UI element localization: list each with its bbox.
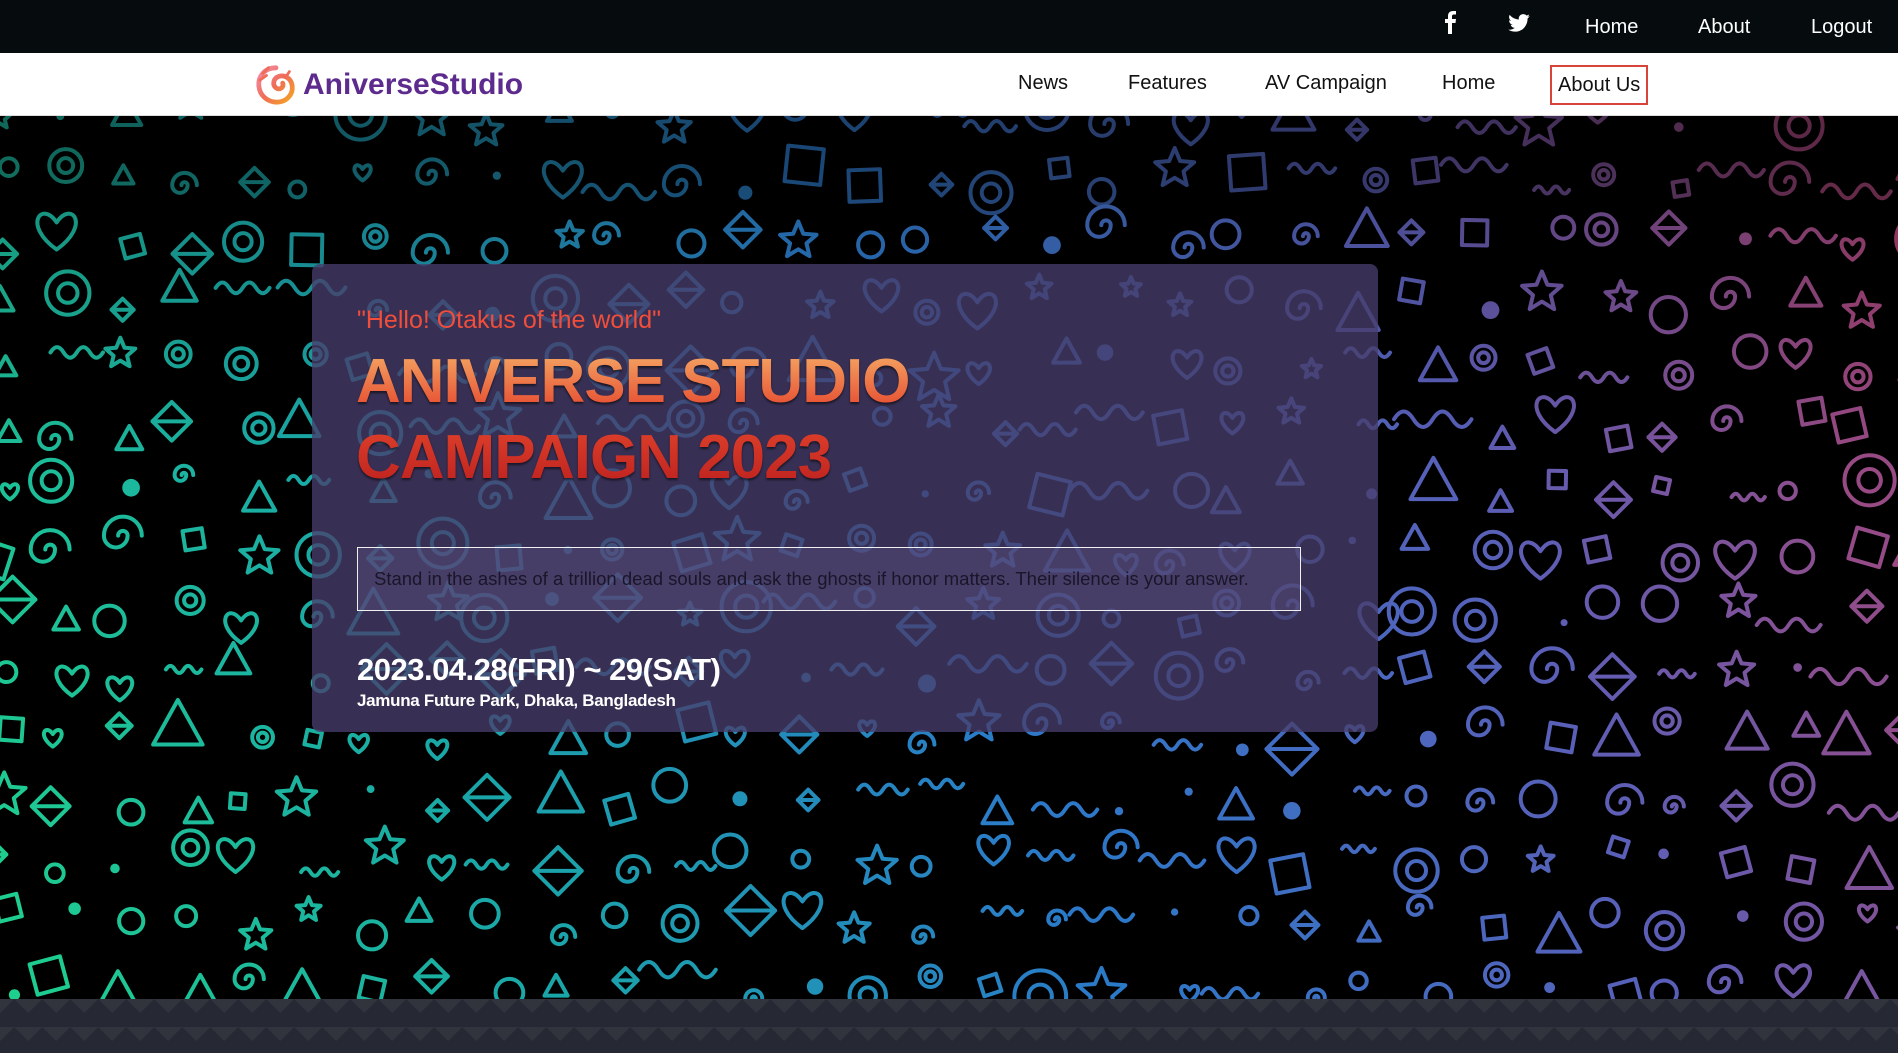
nav-link-news[interactable]: News bbox=[1018, 71, 1068, 95]
campaign-quote: Stand in the ashes of a trillion dead so… bbox=[374, 568, 1249, 589]
brand-name: AniverseStudio bbox=[303, 68, 524, 101]
campaign-title-line1: ANIVERSE STUDIO bbox=[356, 347, 910, 416]
top-link-about[interactable]: About bbox=[1698, 15, 1750, 39]
main-navbar: AniverseStudio News Features AV Campaign… bbox=[0, 53, 1898, 116]
campaign-title: ANIVERSE STUDIO CAMPAIGN 2023 bbox=[356, 344, 1056, 496]
campaign-quote-box: Stand in the ashes of a trillion dead so… bbox=[357, 547, 1301, 611]
hero-section: "Hello! Otakus of the world" ANIVERSE ST… bbox=[0, 116, 1898, 999]
campaign-card: "Hello! Otakus of the world" ANIVERSE ST… bbox=[312, 264, 1378, 732]
brand-logo-icon bbox=[256, 65, 295, 105]
bottom-section-edge bbox=[0, 999, 1898, 1053]
nav-link-home[interactable]: Home bbox=[1442, 71, 1495, 95]
nav-link-av-campaign[interactable]: AV Campaign bbox=[1265, 71, 1387, 95]
nav-link-about-us[interactable]: About Us bbox=[1550, 65, 1649, 105]
campaign-tagline: "Hello! Otakus of the world" bbox=[357, 306, 661, 334]
top-link-logout[interactable]: Logout bbox=[1811, 15, 1872, 39]
brand-link[interactable]: AniverseStudio bbox=[255, 63, 523, 107]
twitter-icon[interactable] bbox=[1508, 13, 1530, 37]
top-bar: Home About Logout bbox=[0, 0, 1898, 53]
campaign-date: 2023.04.28(FRI) ~ 29(SAT) bbox=[357, 652, 721, 687]
top-link-home[interactable]: Home bbox=[1585, 15, 1638, 39]
nav-link-features[interactable]: Features bbox=[1128, 71, 1207, 95]
campaign-venue: Jamuna Future Park, Dhaka, Bangladesh bbox=[357, 691, 676, 710]
campaign-title-line2: CAMPAIGN 2023 bbox=[356, 423, 832, 492]
facebook-icon[interactable] bbox=[1443, 10, 1457, 39]
